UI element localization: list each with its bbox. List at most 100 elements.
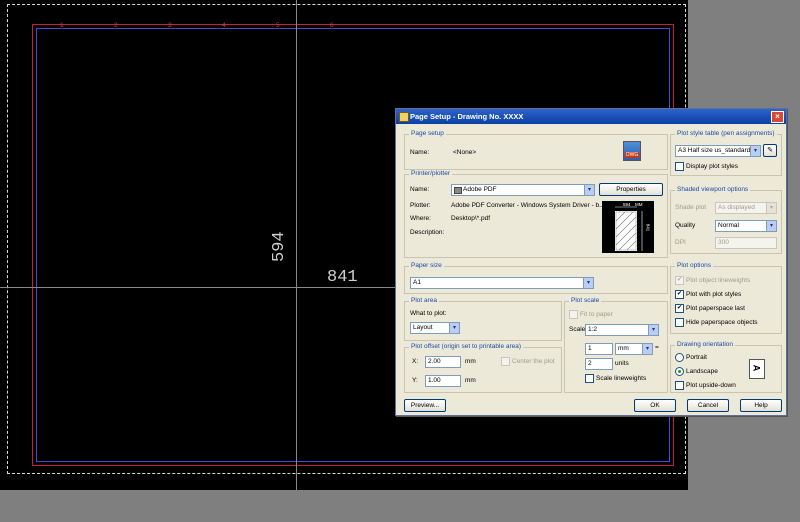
- ok-button[interactable]: OK: [634, 399, 676, 412]
- shade-plot-label: Shade plot: [675, 204, 707, 211]
- preview-width: 594: [623, 202, 631, 207]
- plot-paperspace-last-checkbox[interactable]: ✔: [675, 304, 684, 313]
- plot-style-value: A3 Half size us_standard_E: [678, 147, 750, 154]
- name-label: Name:: [410, 149, 430, 156]
- y-offset-input[interactable]: 1.00: [425, 375, 461, 387]
- preview-height: 841: [645, 223, 651, 232]
- chevron-down-icon[interactable]: ▾: [766, 203, 776, 213]
- plot-object-lineweights-checkbox[interactable]: ✔: [675, 276, 684, 285]
- fit-to-paper-checkbox[interactable]: [569, 310, 578, 319]
- ruler-number: 6: [330, 22, 334, 29]
- units-label: units: [615, 360, 629, 367]
- dwg-file-icon: DWG: [623, 141, 641, 161]
- chevron-down-icon[interactable]: ▾: [750, 146, 760, 156]
- fit-to-paper-label: Fit to paper: [580, 311, 613, 318]
- help-button[interactable]: Help: [740, 399, 782, 412]
- ruler-number: 2: [114, 22, 118, 29]
- x-offset-unit: mm: [465, 358, 476, 365]
- what-to-plot-label: What to plot:: [410, 310, 447, 317]
- plot-options-group: Plot options ✔ Plot object lineweights ✔…: [670, 262, 782, 334]
- edit-plot-style-button[interactable]: ✎: [763, 144, 777, 157]
- scale-unit-value: mm: [618, 345, 629, 352]
- chevron-down-icon[interactable]: ▾: [642, 344, 652, 354]
- scale-numerator-input[interactable]: 1: [585, 343, 613, 355]
- chevron-down-icon[interactable]: ▾: [648, 325, 658, 335]
- ruler-number: 4: [222, 22, 226, 29]
- y-offset-unit: mm: [465, 377, 476, 384]
- orientation-preview-icon: A: [749, 359, 765, 379]
- shaded-viewport-group: Shaded viewport options Shade plot As di…: [670, 186, 782, 254]
- upside-down-checkbox[interactable]: [675, 381, 684, 390]
- landscape-radio[interactable]: [675, 367, 684, 376]
- ruler-number: 1: [60, 22, 64, 29]
- chevron-down-icon[interactable]: ▾: [584, 185, 594, 195]
- ruler-number: 5: [276, 22, 280, 29]
- plot-style-select[interactable]: A3 Half size us_standard_E ▾: [675, 145, 761, 157]
- chevron-down-icon[interactable]: ▾: [766, 221, 776, 231]
- scale-lineweights-checkbox[interactable]: [585, 374, 594, 383]
- group-label: Plot options: [675, 262, 713, 269]
- hide-paperspace-objects-label: Hide paperspace objects: [686, 319, 758, 326]
- printer-group: Printer/plotter Name: Adobe PDF ▾ Proper…: [404, 170, 668, 258]
- scale-select[interactable]: 1:2 ▾: [585, 324, 659, 336]
- scale-unit-select[interactable]: mm ▾: [615, 343, 653, 355]
- group-label: Drawing orientation: [675, 341, 736, 348]
- properties-button[interactable]: Properties: [599, 183, 663, 196]
- paper-preview: 594 MM 841: [602, 201, 654, 253]
- plot-offset-group: Plot offset (origin set to printable are…: [404, 343, 562, 393]
- what-to-plot-select[interactable]: Layout ▾: [410, 322, 460, 334]
- radio-selected-dot: [678, 370, 681, 373]
- dpi-input[interactable]: 300: [715, 237, 777, 249]
- group-label: Plot offset (origin set to printable are…: [409, 343, 524, 350]
- dpi-value: 300: [718, 239, 729, 246]
- title-bar[interactable]: Page Setup - Drawing No. XXXX ×: [396, 109, 786, 124]
- where-label: Where:: [410, 215, 431, 222]
- x-offset-label: X:: [412, 358, 419, 365]
- scale-denominator-input[interactable]: 2: [585, 358, 613, 370]
- equals-sign: =: [655, 344, 659, 351]
- dpi-label: DPI: [675, 239, 686, 246]
- paper-size-group: Paper size A1 ▾: [404, 262, 668, 294]
- page-setup-group: Page setup Name: <None> DWG: [404, 130, 668, 170]
- plot-object-lineweights-label: Plot object lineweights: [686, 277, 751, 284]
- cancel-button[interactable]: Cancel: [687, 399, 729, 412]
- center-plot-checkbox[interactable]: [501, 357, 510, 366]
- scale-denominator-value: 2: [588, 360, 592, 367]
- display-plot-styles-label: Display plot styles: [686, 163, 739, 170]
- quality-value: Normal: [718, 222, 739, 229]
- chevron-down-icon[interactable]: ▾: [449, 323, 459, 333]
- where-value: Desktop\*.pdf: [451, 215, 491, 222]
- scale-lineweights-label: Scale lineweights: [596, 375, 647, 382]
- shade-plot-select[interactable]: As displayed ▾: [715, 202, 777, 214]
- group-label: Plot style table (pen assignments): [675, 130, 777, 137]
- plotter-value: Adobe PDF Converter - Windows System Dri…: [451, 202, 605, 209]
- group-label: Plot scale: [569, 297, 602, 304]
- quality-select[interactable]: Normal ▾: [715, 220, 777, 232]
- preview-button[interactable]: Preview...: [404, 399, 446, 412]
- paper-size-select[interactable]: A1 ▾: [410, 277, 594, 289]
- hide-paperspace-objects-checkbox[interactable]: [675, 318, 684, 327]
- page-setup-dialog: Page Setup - Drawing No. XXXX × Page set…: [395, 108, 787, 416]
- what-to-plot-value: Layout: [413, 324, 433, 331]
- plot-with-plot-styles-checkbox[interactable]: ✔: [675, 290, 684, 299]
- x-offset-value: 2.00: [428, 358, 441, 365]
- paper-size-value: A1: [413, 279, 421, 286]
- display-plot-styles-checkbox[interactable]: [675, 162, 684, 171]
- group-label: Plot area: [409, 297, 440, 304]
- group-label: Page setup: [409, 130, 446, 137]
- portrait-radio[interactable]: [675, 353, 684, 362]
- plot-paperspace-last-label: Plot paperspace last: [686, 305, 745, 312]
- orientation-letter: A: [751, 364, 762, 372]
- plot-area-group: Plot area What to plot: Layout ▾: [404, 297, 562, 341]
- description-label: Description:: [410, 229, 445, 236]
- group-label: Paper size: [409, 262, 444, 269]
- close-button[interactable]: ×: [771, 111, 784, 123]
- page-setup-name: <None>: [453, 149, 477, 156]
- group-label: Printer/plotter: [409, 170, 453, 177]
- dialog-title: Page Setup - Drawing No. XXXX: [410, 112, 524, 121]
- printer-name-label: Name:: [410, 186, 430, 193]
- chevron-down-icon[interactable]: ▾: [583, 278, 593, 288]
- x-offset-input[interactable]: 2.00: [425, 356, 461, 368]
- printer-select[interactable]: Adobe PDF ▾: [451, 184, 595, 196]
- group-label: Shaded viewport options: [675, 186, 751, 193]
